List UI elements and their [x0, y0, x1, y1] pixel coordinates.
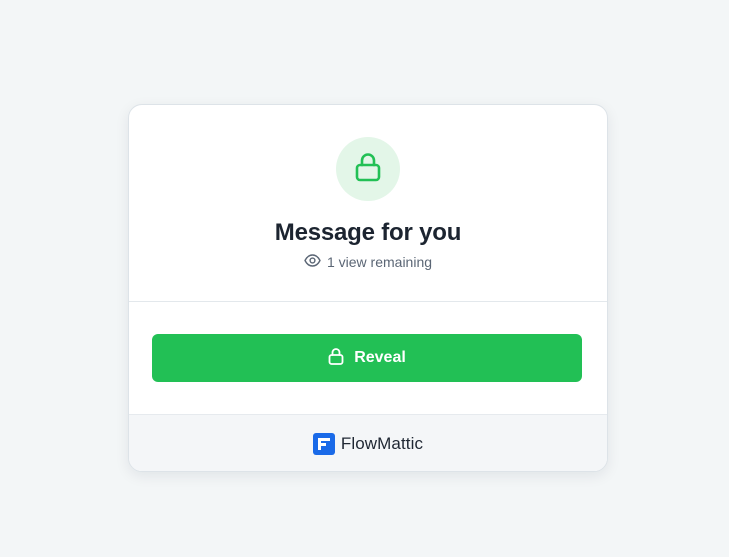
brand-name: FlowMattic — [340, 433, 424, 453]
views-remaining-text: 1 view remaining — [326, 254, 433, 270]
card-footer: FlowMattic — [129, 414, 607, 471]
card-header: Message for you 1 view remaining — [129, 105, 607, 302]
lock-icon — [328, 347, 344, 370]
lock-badge — [336, 137, 400, 201]
secret-message-card: Message for you 1 view remaining Reveal — [128, 104, 608, 472]
eye-icon — [304, 253, 321, 271]
flowmattic-logo-icon — [312, 432, 335, 455]
lock-icon — [353, 151, 383, 188]
reveal-button[interactable]: Reveal — [152, 334, 582, 382]
page-title: Message for you — [274, 219, 462, 246]
action-area: Reveal — [129, 302, 607, 414]
reveal-button-label: Reveal — [354, 349, 406, 366]
views-remaining: 1 view remaining — [304, 253, 432, 271]
